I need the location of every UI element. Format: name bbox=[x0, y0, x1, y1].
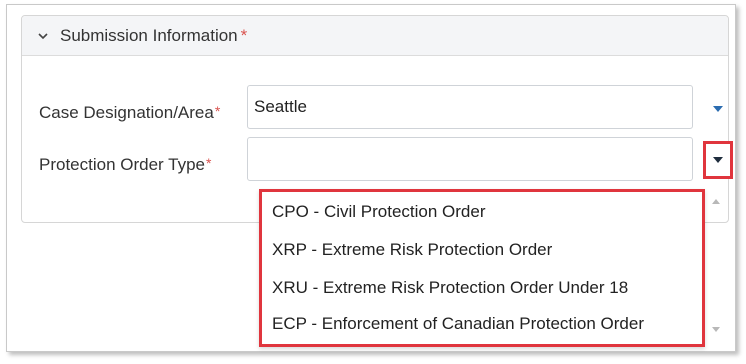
required-marker: * bbox=[240, 25, 248, 45]
section-title: Submission Information bbox=[60, 25, 238, 45]
scroll-up-icon[interactable] bbox=[712, 199, 720, 204]
section-header[interactable]: Submission Information * bbox=[22, 16, 728, 56]
option-cpo[interactable]: CPO - Civil Protection Order bbox=[272, 202, 486, 222]
protection-order-type-select[interactable] bbox=[247, 137, 693, 181]
option-xrp[interactable]: XRP - Extreme Risk Protection Order bbox=[272, 240, 552, 260]
chevron-down-icon[interactable] bbox=[36, 29, 50, 43]
case-designation-label-text: Case Designation/Area bbox=[39, 103, 214, 122]
option-xru[interactable]: XRU - Extreme Risk Protection Order Unde… bbox=[272, 278, 628, 298]
protection-order-type-label: Protection Order Type* bbox=[39, 155, 211, 175]
case-designation-input[interactable]: Seattle bbox=[247, 85, 693, 129]
required-marker: * bbox=[206, 155, 212, 171]
protection-order-type-dropdown-toggle[interactable] bbox=[703, 141, 733, 179]
dropdown-scrollbar[interactable] bbox=[703, 193, 729, 343]
scroll-down-icon[interactable] bbox=[712, 327, 720, 332]
caret-down-icon[interactable] bbox=[713, 157, 723, 163]
screenshot-frame: Submission Information * Case Designatio… bbox=[6, 4, 736, 352]
case-designation-value: Seattle bbox=[254, 97, 307, 116]
protection-order-type-options: CPO - Civil Protection Order XRP - Extre… bbox=[259, 189, 705, 347]
required-marker: * bbox=[214, 103, 221, 119]
caret-down-icon[interactable] bbox=[713, 106, 723, 112]
case-designation-label: Case Designation/Area* bbox=[39, 103, 220, 123]
protection-order-type-label-text: Protection Order Type bbox=[39, 155, 205, 174]
option-ecp[interactable]: ECP - Enforcement of Canadian Protection… bbox=[272, 314, 644, 334]
